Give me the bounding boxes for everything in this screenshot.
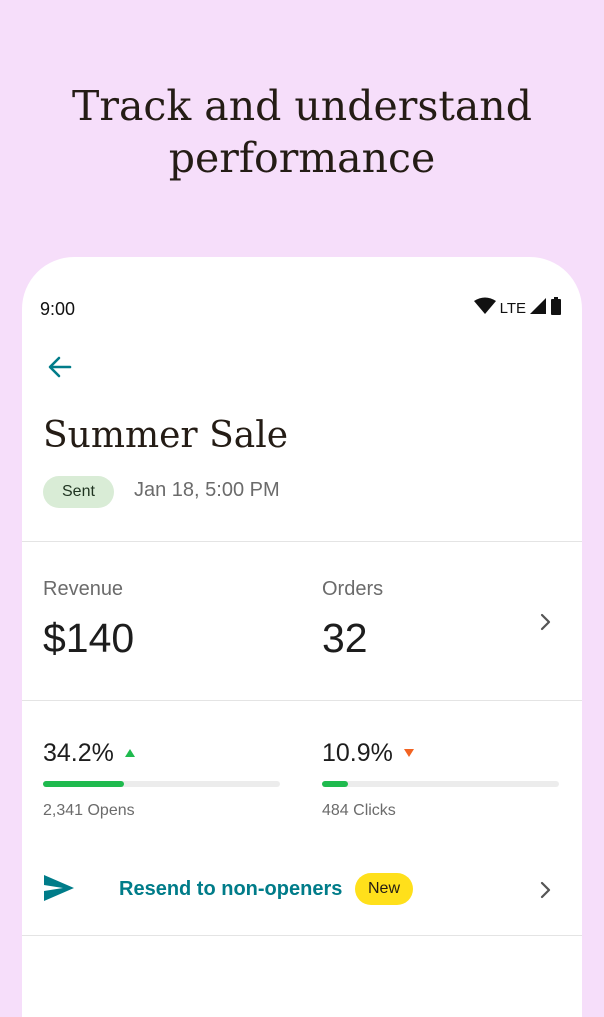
divider [22, 935, 582, 936]
revenue-label: Revenue [43, 578, 124, 600]
click-rate-value: 10.9% [322, 739, 393, 767]
send-icon [43, 874, 75, 907]
open-rate-progress [43, 781, 280, 787]
click-rate: 10.9% [322, 739, 415, 768]
clicks-count: 484 Clicks [322, 802, 396, 819]
open-rate-value: 34.2% [43, 739, 114, 767]
revenue-value: $140 [43, 615, 135, 661]
trend-up-icon [124, 745, 136, 763]
status-icons: LTE [473, 297, 562, 320]
headline-line-1: Track and understand [72, 82, 532, 130]
orders-label: Orders [322, 578, 384, 600]
signal-icon [530, 298, 546, 319]
chevron-right-icon [535, 613, 555, 636]
chevron-right-icon [535, 880, 555, 900]
status-bar: 9:00 LTE [22, 257, 582, 357]
arrow-left-icon [44, 356, 76, 387]
status-badge: Sent [43, 476, 114, 508]
orders-chevron-button[interactable] [535, 612, 555, 632]
network-label: LTE [499, 300, 526, 317]
trend-down-icon [403, 745, 415, 763]
opens-count: 2,341 Opens [43, 802, 135, 819]
resend-to-non-openers-button[interactable]: Resend to non-openers New [22, 862, 582, 918]
divider [22, 541, 582, 542]
wifi-icon [473, 297, 496, 320]
battery-icon [550, 297, 562, 320]
campaign-title: Summer Sale [43, 415, 289, 456]
phone-screen: 9:00 LTE Summer Sale Sent Jan 18, 5:00 P… [22, 257, 582, 1017]
orders-value: 32 [322, 615, 368, 661]
back-button[interactable] [44, 351, 76, 383]
new-badge: New [355, 873, 414, 905]
headline-line-2: performance [168, 134, 436, 182]
resend-label: Resend to non-openers [119, 878, 343, 900]
headline: Track and understand performance [0, 80, 604, 184]
click-rate-progress [322, 781, 559, 787]
click-rate-progress-fill [322, 781, 348, 787]
open-rate-progress-fill [43, 781, 125, 787]
status-time: 9:00 [40, 299, 76, 319]
divider [22, 700, 582, 701]
open-rate: 34.2% [43, 739, 136, 768]
campaign-date: Jan 18, 5:00 PM [134, 479, 280, 501]
